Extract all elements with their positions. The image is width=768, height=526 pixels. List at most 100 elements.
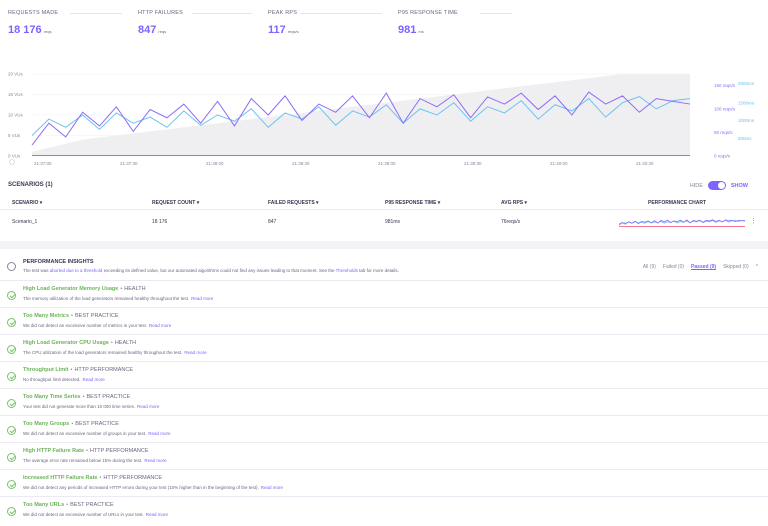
filter-skipped[interactable]: Skipped (0) <box>723 264 749 270</box>
separator-dot: • <box>71 421 74 427</box>
insight-item[interactable]: Too Many Groups • BEST PRACTICE We did not… <box>0 415 768 442</box>
check-circle-icon <box>7 426 16 435</box>
insight-item[interactable]: Increased HTTP Failure Rate • HTTP PERFORM… <box>0 469 768 496</box>
read-more-link[interactable]: Read more <box>137 404 159 409</box>
desc-text: exceeding its defined value, but our aut… <box>102 268 336 273</box>
hide-label[interactable]: HIDE <box>690 183 703 189</box>
filter-failed[interactable]: Failed (0) <box>663 264 684 270</box>
x-tick-label: 21:40:30 <box>636 161 654 166</box>
read-more-link[interactable]: Read more <box>261 485 283 490</box>
kebab-menu-icon[interactable]: ⋮ <box>750 217 757 225</box>
column-header-avg-rps[interactable]: AVG RPS ▾ <box>501 200 527 206</box>
insight-name: High HTTP Failure Rate <box>23 448 85 454</box>
insight-description: We did not detect an excessive number of… <box>23 431 171 436</box>
insight-desc-text: We did not detect an excessive number of… <box>23 323 147 328</box>
divider <box>300 13 382 14</box>
insight-item[interactable]: High Load Generator Memory Usage • HEALTH … <box>0 280 768 307</box>
table-row[interactable]: Scenario_1 18 176 847 981ms 76reqs/s ⋮ <box>0 210 768 232</box>
insight-category: HTTP PERFORMANCE <box>89 448 149 454</box>
insight-description: We did not detect an excessive number of… <box>23 323 171 328</box>
insight-description: We did not detect any periods of increas… <box>23 485 283 490</box>
separator-dot: • <box>66 502 69 508</box>
y-tick-label-rps: 150 reqs/s <box>714 83 736 88</box>
insight-item[interactable]: Too Many URLs • BEST PRACTICE We did not d… <box>0 496 768 523</box>
hide-show-toggle-group[interactable]: HIDE SHOW <box>690 181 748 190</box>
insight-desc-text: We did not detect any periods of increas… <box>23 485 259 490</box>
insight-item[interactable]: Too Many Metrics • BEST PRACTICE We did no… <box>0 307 768 334</box>
metric-peak-rps: PEAK RPS 117 reqs/s <box>268 10 382 36</box>
show-label[interactable]: SHOW <box>731 183 748 189</box>
insight-item[interactable]: Too Many Time Series • BEST PRACTICE Your … <box>0 388 768 415</box>
section-divider <box>0 241 768 249</box>
desc-text: tab for more details. <box>357 268 399 273</box>
insight-name: Too Many Metrics <box>23 313 70 319</box>
column-header-request-count[interactable]: REQUEST COUNT ▾ <box>152 200 199 206</box>
separator-dot: • <box>71 313 73 319</box>
performance-insights-header: PERFORMANCE INSIGHTS The test was aborte… <box>0 255 768 277</box>
check-circle-icon <box>7 453 16 462</box>
divider <box>192 13 252 14</box>
read-more-link[interactable]: Read more <box>184 350 206 355</box>
insights-status-icon <box>7 262 16 271</box>
hide-show-toggle[interactable] <box>707 181 726 190</box>
x-tick-label: 21:37:00 <box>34 161 52 166</box>
read-more-link[interactable]: Read more <box>144 458 166 463</box>
read-more-link[interactable]: Read more <box>148 431 170 436</box>
insight-desc-text: No throughput limit detected. <box>23 377 81 382</box>
insight-description: We did not detect an excessive number of… <box>23 512 168 517</box>
insight-title: Too Many Time Series • BEST PRACTICE <box>23 394 130 400</box>
y-tick-label-vus: 20 VUs <box>8 72 24 77</box>
metric-unit: reqs <box>43 29 52 34</box>
insight-category: BEST PRACTICE <box>75 421 119 427</box>
insight-desc-text: The memory utilization of the load gener… <box>23 296 190 301</box>
metric-value: 981 ms <box>398 24 458 36</box>
column-header-scenario[interactable]: SCENARIO ▾ <box>12 200 42 206</box>
chart-svg[interactable]: 0 VUs 5 VUs 10 VUs 15 VUs 20 VUs 0 reqs/s 50 r… <box>0 66 768 172</box>
x-tick-label: 21:40:00 <box>550 161 568 166</box>
metric-label: PEAK RPS <box>268 10 298 16</box>
insight-title: Throughput Limit • HTTP PERFORMANCE <box>23 367 133 373</box>
metric-label: HTTP FAILURES <box>138 10 183 16</box>
y-tick-label-ms: 1500ms <box>738 101 755 106</box>
performance-overview-chart[interactable]: 0 VUs 5 VUs 10 VUs 15 VUs 20 VUs 0 reqs/s 50 r… <box>0 66 768 172</box>
read-more-link[interactable]: Read more <box>83 377 105 382</box>
cell-scenario[interactable]: Scenario_1 <box>12 219 37 225</box>
insight-category: BEST PRACTICE <box>70 502 114 508</box>
read-more-link[interactable]: Read more <box>149 323 171 328</box>
read-more-link[interactable]: Read more <box>191 296 213 301</box>
threshold-link[interactable]: aborted due to a threshold <box>50 268 103 273</box>
check-circle-icon <box>7 291 16 300</box>
column-header-p95-response-time[interactable]: P95 RESPONSE TIME ▾ <box>385 200 440 206</box>
column-header-performance-chart: PERFORMANCE CHART <box>648 200 707 206</box>
filter-passed[interactable]: Passed (9) <box>691 264 716 270</box>
filter-all[interactable]: All (9) <box>643 264 656 270</box>
insight-name: Throughput Limit <box>23 367 69 373</box>
check-circle-icon <box>7 480 16 489</box>
y-tick-label-rps: 0 reqs/s <box>714 154 731 159</box>
insight-name: Too Many Time Series <box>23 394 81 400</box>
separator-dot: • <box>86 448 88 454</box>
cell-avg-rps: 76reqs/s <box>501 219 521 225</box>
thresholds-tab-link[interactable]: Thresholds <box>336 268 358 273</box>
x-tick-label: 21:39:00 <box>378 161 396 166</box>
metric-label: P95 RESPONSE TIME <box>398 10 458 16</box>
cell-request-count: 18 176 <box>152 219 168 225</box>
metric-p95-response-time: P95 RESPONSE TIME 981 ms <box>398 10 512 36</box>
collapse-chevron-icon[interactable]: ^ <box>756 264 758 270</box>
insight-description: No throughput limit detected. Read more <box>23 377 105 382</box>
insight-item[interactable]: High HTTP Failure Rate • HTTP PERFORMANCE … <box>0 442 768 469</box>
column-header-failed-requests[interactable]: FAILED REQUESTS ▾ <box>268 200 319 206</box>
metric-value: 847 reqs <box>138 24 183 36</box>
metric-number: 18 176 <box>8 24 42 36</box>
insight-desc-text: We did not detect an excessive number of… <box>23 512 144 517</box>
insight-title: Too Many Groups • BEST PRACTICE <box>23 421 119 427</box>
table-header: SCENARIO ▾ REQUEST COUNT ▾ FAILED REQUES… <box>0 196 768 210</box>
insight-item[interactable]: Throughput Limit • HTTP PERFORMANCE No thr… <box>0 361 768 388</box>
insights-description: The test was aborted due to a threshold … <box>23 268 399 273</box>
read-more-link[interactable]: Read more <box>146 512 168 517</box>
insight-title: High Load Generator CPU Usage • HEALTH <box>23 340 136 346</box>
insight-item[interactable]: High Load Generator CPU Usage • HEALTH The… <box>0 334 768 361</box>
x-tick-label: 21:38:30 <box>292 161 310 166</box>
y-tick-label-ms: 1000ms <box>738 118 755 123</box>
check-circle-icon <box>7 318 16 327</box>
